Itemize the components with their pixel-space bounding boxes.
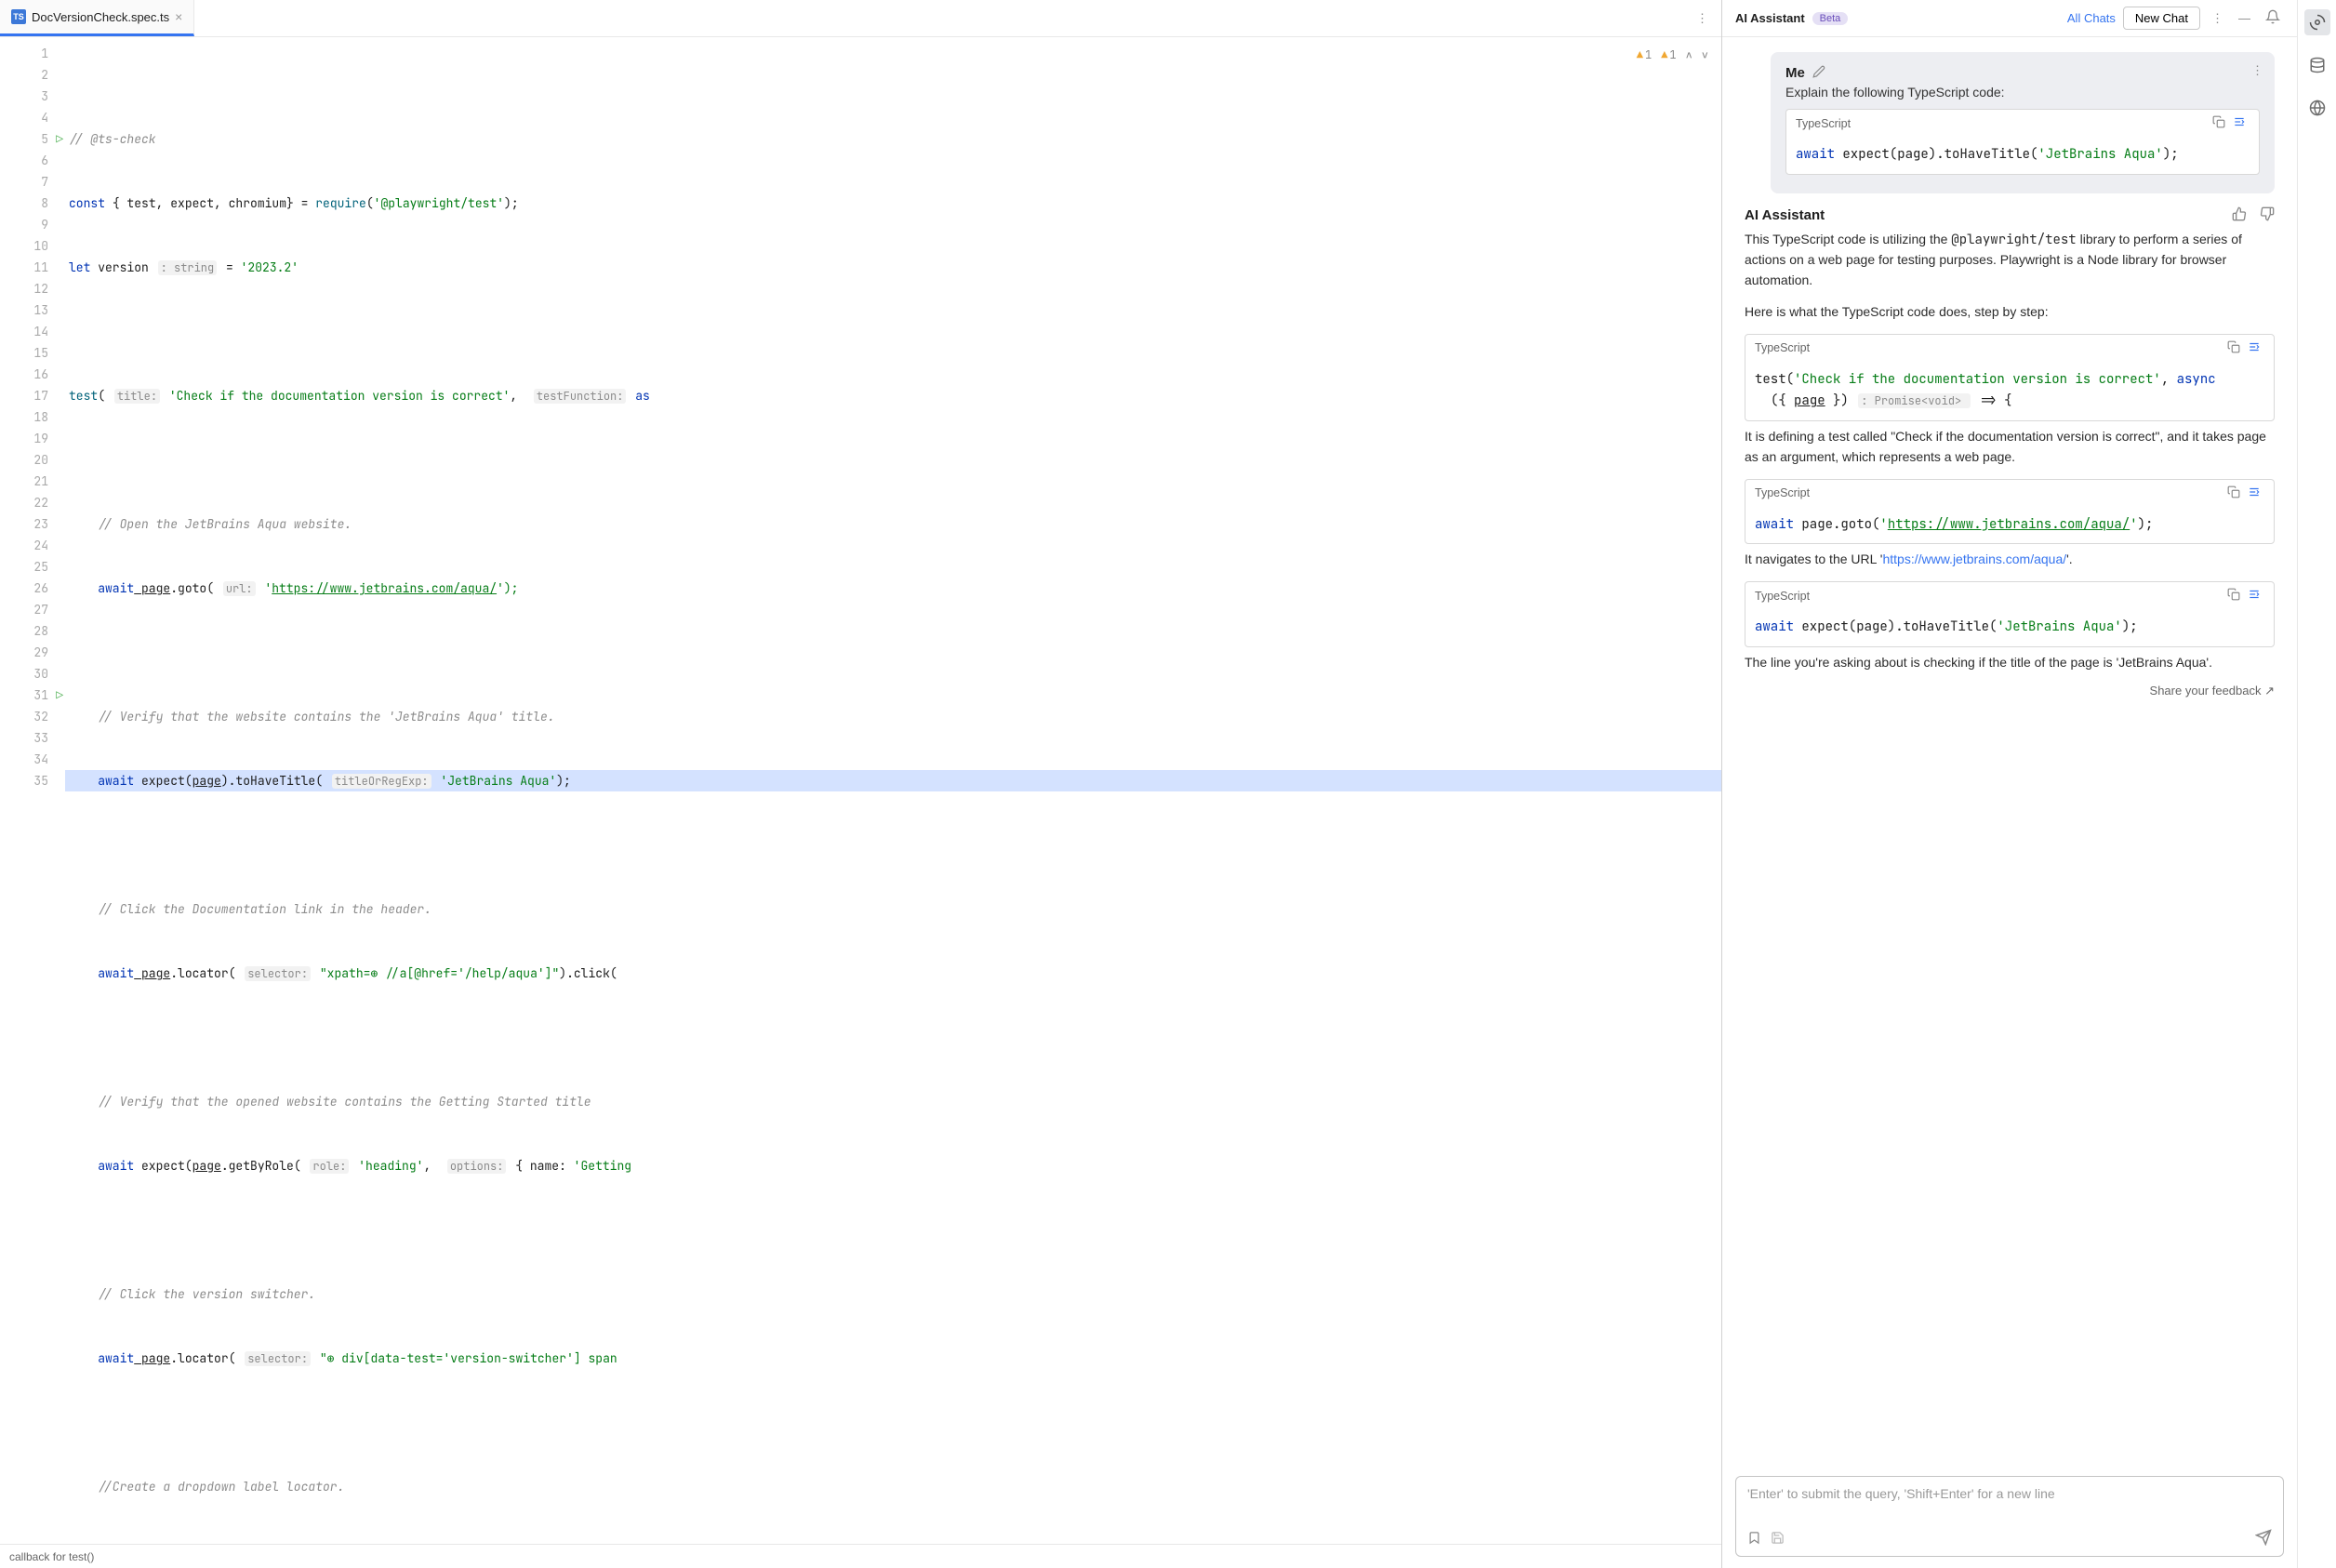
beta-badge: Beta <box>1812 12 1849 25</box>
warning-icon: ▲ <box>1661 45 1667 66</box>
right-tool-rail <box>2297 0 2336 1568</box>
insert-code-icon[interactable] <box>2229 115 2250 131</box>
line-gutter: 1 2 3 4 5▷ 6 7 8 9 10 11 12 13 14 15 16 … <box>0 37 65 1544</box>
copy-code-icon[interactable] <box>2223 485 2244 501</box>
tab-bar: TS DocVersionCheck.spec.ts × ⋮ <box>0 0 1721 37</box>
ai-code-card: TypeScript await page.goto('https://www.… <box>1745 479 2275 545</box>
file-tab[interactable]: TS DocVersionCheck.spec.ts × <box>0 0 194 36</box>
insert-code-icon[interactable] <box>2244 340 2264 356</box>
url-link[interactable]: https://www.jetbrains.com/aqua/ <box>1882 551 2066 566</box>
assistant-title: AI Assistant <box>1735 11 1805 25</box>
code-lang-label: TypeScript <box>1755 590 1810 603</box>
more-options-icon[interactable]: ⋮ <box>2208 11 2227 26</box>
ai-paragraph: It is defining a test called "Check if t… <box>1745 427 2275 467</box>
user-message: ⋮ Me Explain the following TypeScript co… <box>1771 52 2275 193</box>
insert-code-icon[interactable] <box>2244 588 2264 604</box>
thumbs-down-icon[interactable] <box>2260 206 2275 224</box>
close-tab-button[interactable]: × <box>175 9 182 24</box>
minimize-icon[interactable]: — <box>2235 11 2254 25</box>
ai-paragraph: The line you're asking about is checking… <box>1745 653 2275 673</box>
ai-code-card: TypeScript test('Check if the documentat… <box>1745 334 2275 422</box>
chat-input-placeholder: 'Enter' to submit the query, 'Shift+Ente… <box>1747 1486 2272 1523</box>
user-code-card: TypeScript await expect(page).toHaveTitl… <box>1785 109 2260 175</box>
user-label: Me <box>1785 65 1805 81</box>
status-bar: callback for test() <box>0 1544 1721 1568</box>
file-tab-name: DocVersionCheck.spec.ts <box>32 10 169 24</box>
notifications-icon[interactable] <box>2262 9 2284 27</box>
next-highlight-icon[interactable]: ∨ <box>1702 45 1708 66</box>
code-editor[interactable]: ▲1 ▲1 ∧ ∨ // @ts-check const { test, exp… <box>65 37 1721 1544</box>
run-test-icon[interactable]: ▷ <box>56 131 63 147</box>
inspection-indicators[interactable]: ▲1 ▲1 ∧ ∨ <box>1633 45 1712 66</box>
ai-assistant-pane: AI Assistant Beta All Chats New Chat ⋮ —… <box>1722 0 2297 1568</box>
assistant-header: AI Assistant Beta All Chats New Chat ⋮ — <box>1722 0 2297 37</box>
warning-icon: ▲ <box>1637 45 1643 66</box>
editor-body: 1 2 3 4 5▷ 6 7 8 9 10 11 12 13 14 15 16 … <box>0 37 1721 1544</box>
ai-assistant-tool-icon[interactable] <box>2304 9 2330 35</box>
chat-input-area: 'Enter' to submit the query, 'Shift+Ente… <box>1722 1468 2297 1568</box>
ai-response: AI Assistant This TypeScript code is uti… <box>1745 206 2275 699</box>
bookmark-icon[interactable] <box>1747 1531 1761 1548</box>
status-text: callback for test() <box>9 1550 94 1563</box>
save-icon[interactable] <box>1771 1531 1785 1548</box>
tab-overflow-button[interactable]: ⋮ <box>1683 11 1721 26</box>
run-test-icon[interactable]: ▷ <box>56 687 63 703</box>
code-lang-label: TypeScript <box>1755 341 1810 354</box>
prev-highlight-icon[interactable]: ∧ <box>1686 45 1692 66</box>
copy-code-icon[interactable] <box>2209 115 2229 131</box>
new-chat-button[interactable]: New Chat <box>2123 7 2200 30</box>
ai-code-card: TypeScript await expect(page).toHaveTitl… <box>1745 581 2275 647</box>
copy-code-icon[interactable] <box>2223 340 2244 356</box>
typescript-file-icon: TS <box>11 9 26 24</box>
code-lang-label: TypeScript <box>1796 117 1851 130</box>
ai-name-label: AI Assistant <box>1745 207 1825 223</box>
insert-code-icon[interactable] <box>2244 485 2264 501</box>
ai-paragraph: This TypeScript code is utilizing the @p… <box>1745 230 2275 291</box>
send-icon[interactable] <box>2255 1529 2272 1548</box>
ai-paragraph: Here is what the TypeScript code does, s… <box>1745 302 2275 323</box>
code-lang-label: TypeScript <box>1755 486 1810 499</box>
editor-pane: TS DocVersionCheck.spec.ts × ⋮ 1 2 3 4 5… <box>0 0 1722 1568</box>
ai-paragraph: It navigates to the URL 'https://www.jet… <box>1745 550 2275 570</box>
conversation-scroll[interactable]: ⋮ Me Explain the following TypeScript co… <box>1722 37 2297 1468</box>
chat-input[interactable]: 'Enter' to submit the query, 'Shift+Ente… <box>1735 1476 2284 1557</box>
database-tool-icon[interactable] <box>2304 52 2330 78</box>
thumbs-up-icon[interactable] <box>2232 206 2247 224</box>
web-tool-icon[interactable] <box>2304 95 2330 121</box>
user-prompt-text: Explain the following TypeScript code: <box>1785 85 2260 100</box>
copy-code-icon[interactable] <box>2223 588 2244 604</box>
share-feedback-link[interactable]: Share your feedback ↗ <box>1745 684 2275 698</box>
edit-icon[interactable] <box>1812 65 1825 81</box>
message-more-icon[interactable]: ⋮ <box>2251 63 2263 78</box>
all-chats-link[interactable]: All Chats <box>2067 11 2116 25</box>
